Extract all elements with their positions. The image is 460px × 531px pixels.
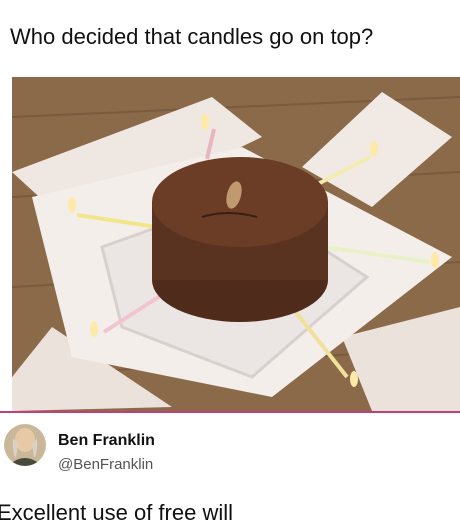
section-divider: [0, 411, 460, 413]
author-handle[interactable]: @BenFranklin: [58, 456, 153, 473]
post-caption: Who decided that candles go on top?: [10, 24, 374, 49]
cake-photo: [12, 77, 460, 411]
avatar[interactable]: [4, 424, 46, 466]
cake-illustration: [12, 77, 460, 411]
cake-top: [152, 157, 328, 247]
author-name[interactable]: Ben Franklin: [58, 432, 155, 450]
reply-text: Excellent use of free will: [0, 500, 233, 525]
